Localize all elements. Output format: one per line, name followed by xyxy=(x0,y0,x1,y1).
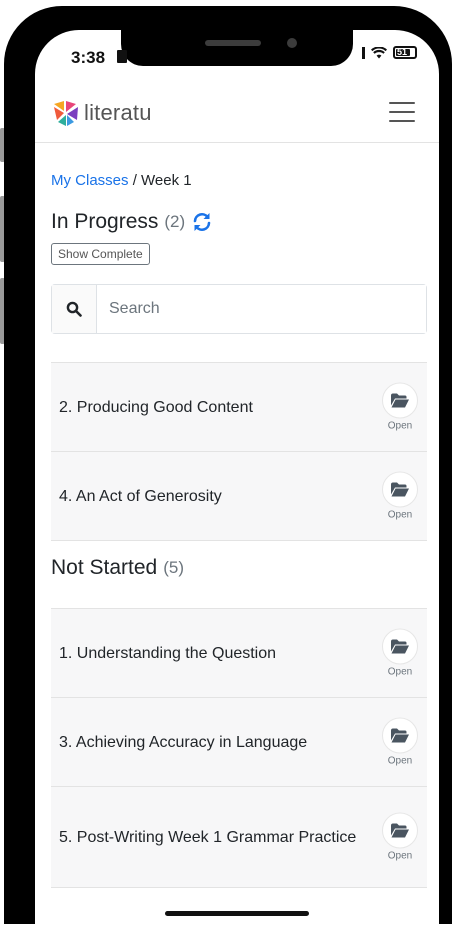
speaker xyxy=(205,40,261,46)
notification-icon xyxy=(117,50,127,63)
search-input[interactable] xyxy=(97,285,426,333)
phone-notch xyxy=(121,30,353,66)
not-started-list: 1. Understanding the Question Open 3. Ac… xyxy=(51,608,427,888)
navbar: literatu xyxy=(35,86,439,143)
list-item-label: 1. Understanding the Question xyxy=(59,644,277,662)
status-icons: 51 xyxy=(362,46,417,59)
in-progress-count: (2) xyxy=(164,212,186,231)
breadcrumb-link-my-classes[interactable]: My Classes xyxy=(51,172,129,189)
open-label: Open xyxy=(387,420,413,432)
open-label: Open xyxy=(387,666,413,678)
breadcrumb-current: Week 1 xyxy=(141,172,192,189)
not-started-title: Not Started xyxy=(51,556,158,579)
open-button[interactable]: Open xyxy=(381,717,419,767)
folder-open-icon xyxy=(391,639,409,654)
brand-logo[interactable]: literatu xyxy=(51,98,152,128)
list-item-label: 5. Post-Writing Week 1 Grammar Practice xyxy=(59,828,357,846)
home-indicator xyxy=(165,911,309,916)
list-item-label: 4. An Act of Generosity xyxy=(59,487,222,505)
list-item[interactable]: 5. Post-Writing Week 1 Grammar Practice … xyxy=(51,787,427,888)
folder-open-icon xyxy=(391,393,409,408)
list-item[interactable]: 2. Producing Good Content Open xyxy=(51,363,427,452)
open-label: Open xyxy=(387,850,413,862)
list-item-label: 2. Producing Good Content xyxy=(59,398,253,416)
breadcrumb: My Classes / Week 1 xyxy=(51,172,192,189)
literatu-logo-icon xyxy=(54,101,78,126)
search-icon[interactable] xyxy=(52,285,97,333)
search-bar xyxy=(51,284,427,334)
folder-open-icon xyxy=(391,823,409,838)
hamburger-menu-icon[interactable] xyxy=(389,102,415,122)
not-started-heading: Not Started (5) xyxy=(51,556,184,580)
in-progress-list: 2. Producing Good Content Open 4. An Act… xyxy=(51,362,427,541)
list-item[interactable]: 3. Achieving Accuracy in Language Open xyxy=(51,698,427,787)
open-label: Open xyxy=(387,509,413,521)
status-time: 3:38 xyxy=(71,48,106,67)
wifi-icon xyxy=(371,46,387,59)
refresh-icon[interactable] xyxy=(191,211,213,233)
open-button[interactable]: Open xyxy=(381,471,419,521)
brand-name: literatu xyxy=(84,100,152,125)
open-label: Open xyxy=(387,755,413,767)
not-started-count: (5) xyxy=(163,558,185,577)
folder-open-icon xyxy=(391,482,409,497)
phone-screen: 3:38 51 literatu My Classes / Week 1 In … xyxy=(35,30,439,930)
in-progress-title: In Progress xyxy=(51,210,159,233)
open-button[interactable]: Open xyxy=(381,812,419,862)
list-item[interactable]: 1. Understanding the Question Open xyxy=(51,609,427,698)
battery-icon: 51 xyxy=(393,46,417,59)
open-button[interactable]: Open xyxy=(381,628,419,678)
open-button[interactable]: Open xyxy=(381,382,419,432)
signal-icon xyxy=(362,46,365,59)
battery-level: 51 xyxy=(397,47,408,57)
folder-open-icon xyxy=(391,728,409,743)
show-complete-button[interactable]: Show Complete xyxy=(51,243,150,265)
breadcrumb-separator: / xyxy=(132,172,137,189)
front-camera xyxy=(287,38,297,48)
list-item[interactable]: 4. An Act of Generosity Open xyxy=(51,452,427,541)
in-progress-heading: In Progress (2) xyxy=(51,210,213,234)
list-item-label: 3. Achieving Accuracy in Language xyxy=(59,733,308,751)
phone-frame: 3:38 51 literatu My Classes / Week 1 In … xyxy=(4,6,452,930)
